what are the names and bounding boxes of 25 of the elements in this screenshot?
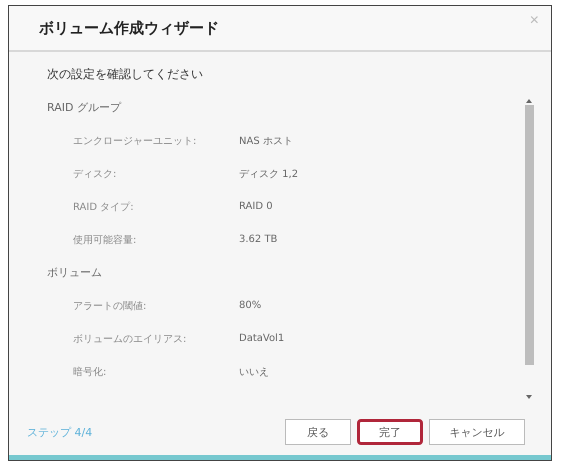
field-value: いいえ: [239, 366, 269, 378]
field-value: 80%: [239, 300, 262, 311]
field-value: RAID 0: [239, 201, 273, 212]
field-value: DataVol1: [239, 333, 284, 344]
scrollbar-thumb[interactable]: [524, 105, 534, 365]
section-title: RAID グループ: [47, 100, 122, 116]
window-title: ボリューム作成ウィザード: [39, 18, 219, 38]
field-label: ボリュームのエイリアス:: [73, 332, 188, 346]
field-label: アラートの閾値:: [73, 300, 148, 312]
field-label: ディスク:: [73, 168, 118, 180]
instruction-text: 次の設定を確認してください: [47, 66, 204, 83]
field-label: 暗号化:: [73, 366, 108, 378]
cancel-button[interactable]: キャンセル: [429, 419, 525, 445]
finish-button[interactable]: 完了: [357, 419, 423, 445]
field-value: 3.62 TB: [239, 234, 278, 245]
section-title: ボリューム: [47, 265, 103, 281]
back-button[interactable]: 戻る: [285, 419, 351, 445]
step-indicator: ステップ 4/4: [27, 424, 94, 440]
field-label: 使用可能容量:: [73, 234, 138, 246]
field-label: RAID タイプ:: [73, 200, 135, 214]
scroll-down-icon[interactable]: [526, 395, 532, 399]
field-label: エンクロージャーユニット:: [73, 134, 198, 148]
field-value: ディスク 1,2: [239, 168, 298, 180]
scroll-up-icon[interactable]: [526, 99, 532, 103]
field-value: NAS ホスト: [239, 134, 293, 148]
